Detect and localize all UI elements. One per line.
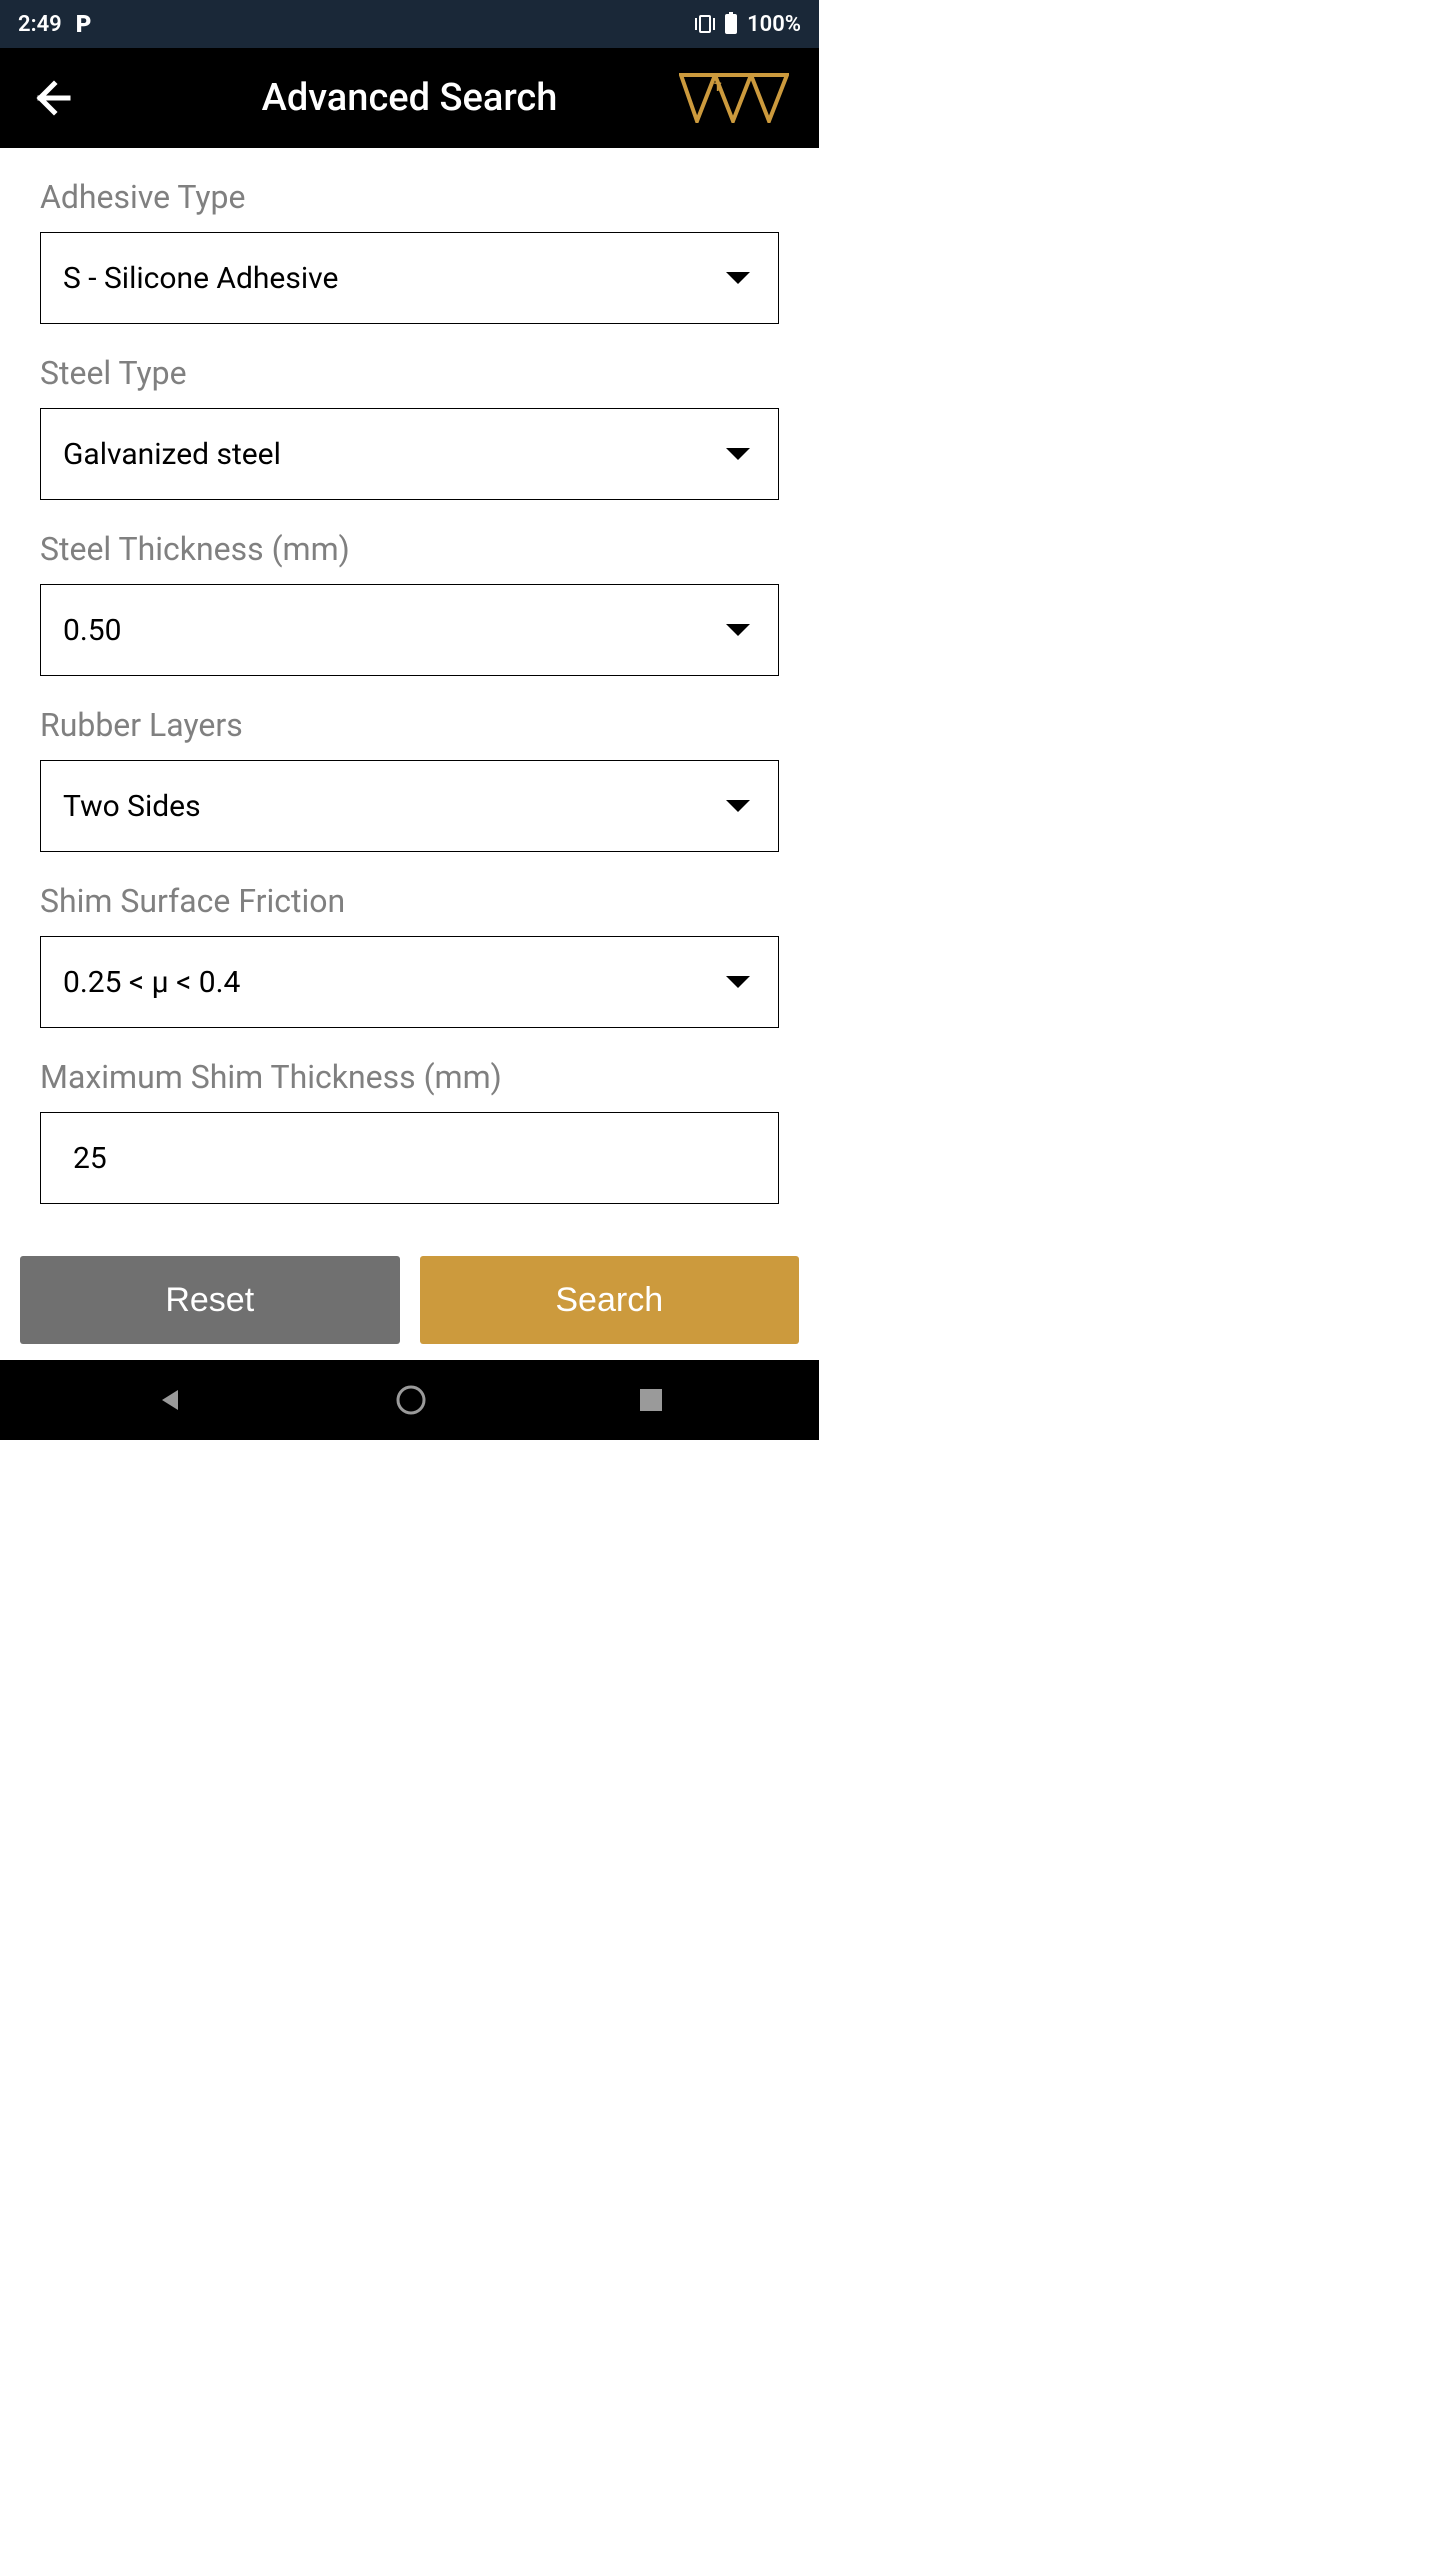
chevron-down-icon <box>726 800 750 812</box>
back-arrow-icon <box>30 74 78 122</box>
brand-logo: T <box>679 73 789 123</box>
steel-type-select[interactable]: Galvanized steel <box>40 408 779 500</box>
rubber-layers-group: Rubber Layers Two Sides <box>40 706 779 852</box>
rubber-layers-value: Two Sides <box>63 789 201 824</box>
adhesive-type-label: Adhesive Type <box>40 178 779 216</box>
status-left: 2:49 P <box>18 10 91 38</box>
nav-recent-button[interactable] <box>638 1387 664 1413</box>
app-bar: Advanced Search T <box>0 48 819 148</box>
status-bar: 2:49 P 100% <box>0 0 819 48</box>
status-time: 2:49 <box>18 12 62 37</box>
shim-surface-friction-value: 0.25 < μ < 0.4 <box>63 965 240 1000</box>
nav-back-button[interactable] <box>156 1386 184 1414</box>
rubber-layers-select[interactable]: Two Sides <box>40 760 779 852</box>
battery-icon <box>725 14 737 34</box>
steel-type-group: Steel Type Galvanized steel <box>40 354 779 500</box>
steel-thickness-select[interactable]: 0.50 <box>40 584 779 676</box>
shim-surface-friction-select[interactable]: 0.25 < μ < 0.4 <box>40 936 779 1028</box>
battery-percent: 100% <box>747 12 801 37</box>
chevron-down-icon <box>726 624 750 636</box>
chevron-down-icon <box>726 976 750 988</box>
svg-text:T: T <box>714 80 722 94</box>
pandora-icon: P <box>76 10 92 38</box>
shim-surface-friction-group: Shim Surface Friction 0.25 < μ < 0.4 <box>40 882 779 1028</box>
max-shim-thickness-label: Maximum Shim Thickness (mm) <box>40 1058 779 1096</box>
back-button[interactable] <box>30 74 78 122</box>
steel-thickness-group: Steel Thickness (mm) 0.50 <box>40 530 779 676</box>
steel-type-value: Galvanized steel <box>63 437 281 472</box>
shim-surface-friction-label: Shim Surface Friction <box>40 882 779 920</box>
chevron-down-icon <box>726 272 750 284</box>
steel-type-label: Steel Type <box>40 354 779 392</box>
form-container: Adhesive Type S - Silicone Adhesive Stee… <box>0 148 819 1256</box>
rubber-layers-label: Rubber Layers <box>40 706 779 744</box>
adhesive-type-group: Adhesive Type S - Silicone Adhesive <box>40 178 779 324</box>
search-button[interactable]: Search <box>420 1256 800 1344</box>
steel-thickness-value: 0.50 <box>63 613 122 648</box>
steel-thickness-label: Steel Thickness (mm) <box>40 530 779 568</box>
button-row: Reset Search <box>0 1256 819 1360</box>
reset-button[interactable]: Reset <box>20 1256 400 1344</box>
nav-home-button[interactable] <box>395 1384 427 1416</box>
adhesive-type-select[interactable]: S - Silicone Adhesive <box>40 232 779 324</box>
max-shim-thickness-input[interactable] <box>40 1112 779 1204</box>
chevron-down-icon <box>726 448 750 460</box>
max-shim-thickness-group: Maximum Shim Thickness (mm) <box>40 1058 779 1204</box>
page-title: Advanced Search <box>262 76 558 120</box>
vibrate-icon <box>695 15 715 33</box>
status-right: 100% <box>695 12 801 37</box>
navigation-bar <box>0 1360 819 1440</box>
adhesive-type-value: S - Silicone Adhesive <box>63 261 338 296</box>
